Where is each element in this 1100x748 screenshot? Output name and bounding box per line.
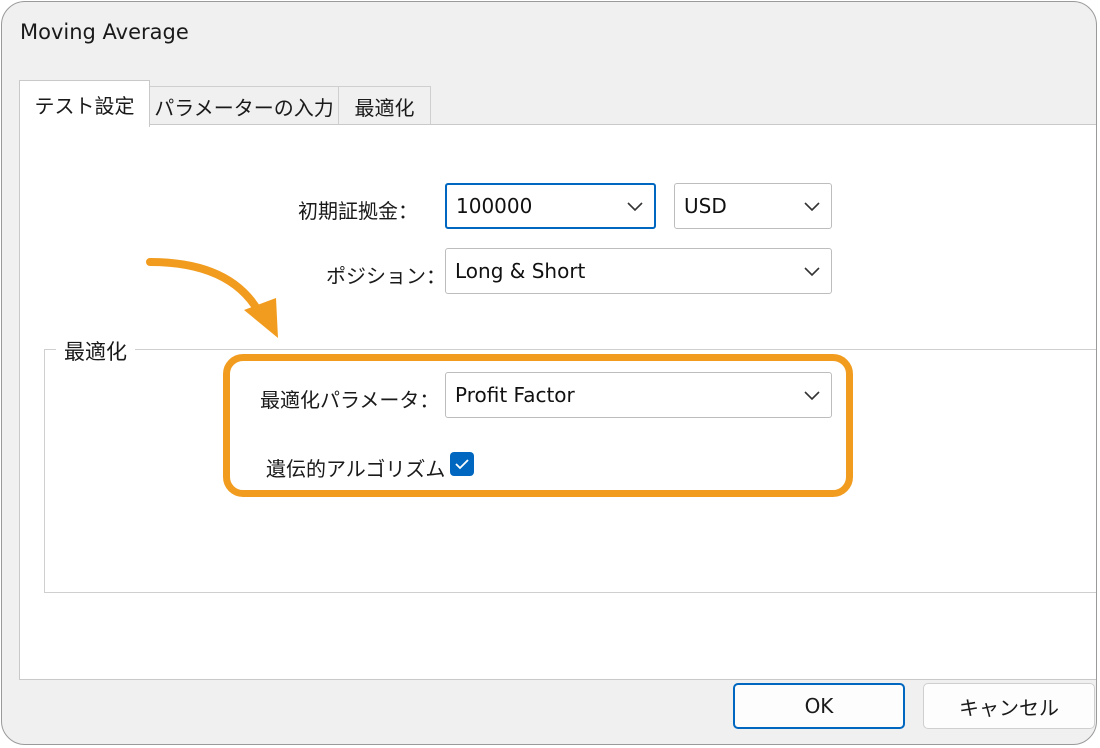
position-combo[interactable]: Long & Short [445, 248, 832, 294]
currency-combo[interactable]: USD [674, 183, 832, 229]
window-title: Moving Average [20, 20, 189, 44]
deposit-combo[interactable]: 100000 [445, 183, 656, 229]
tab-parameter-input[interactable]: パラメーターの入力 [149, 86, 339, 126]
position-value: Long & Short [455, 259, 586, 283]
ok-label: OK [804, 694, 834, 718]
chevron-down-icon [804, 202, 820, 212]
tab-label: 最適化 [354, 96, 415, 120]
tab-test-settings[interactable]: テスト設定 [19, 80, 150, 127]
ok-button[interactable]: OK [733, 683, 905, 729]
position-label: ポジション： [326, 264, 446, 288]
cancel-label: キャンセル [959, 695, 1059, 720]
chevron-down-icon [627, 202, 643, 212]
curved-arrow-icon [146, 258, 278, 338]
highlight-box [223, 354, 853, 497]
tab-label: テスト設定 [34, 93, 135, 118]
tab-label: パラメーターの入力 [154, 96, 334, 120]
deposit-label: 初期証拠金： [298, 199, 418, 223]
tab-optimization[interactable]: 最適化 [338, 86, 431, 126]
optimization-group-label: 最適化 [56, 336, 135, 366]
dialog-window: Moving Average テスト設定 パラメーターの入力 最適化 初期証拠金… [1, 1, 1097, 745]
cancel-button[interactable]: キャンセル [923, 683, 1095, 729]
deposit-value: 100000 [456, 194, 533, 218]
chevron-down-icon [804, 267, 820, 277]
currency-value: USD [684, 194, 727, 218]
